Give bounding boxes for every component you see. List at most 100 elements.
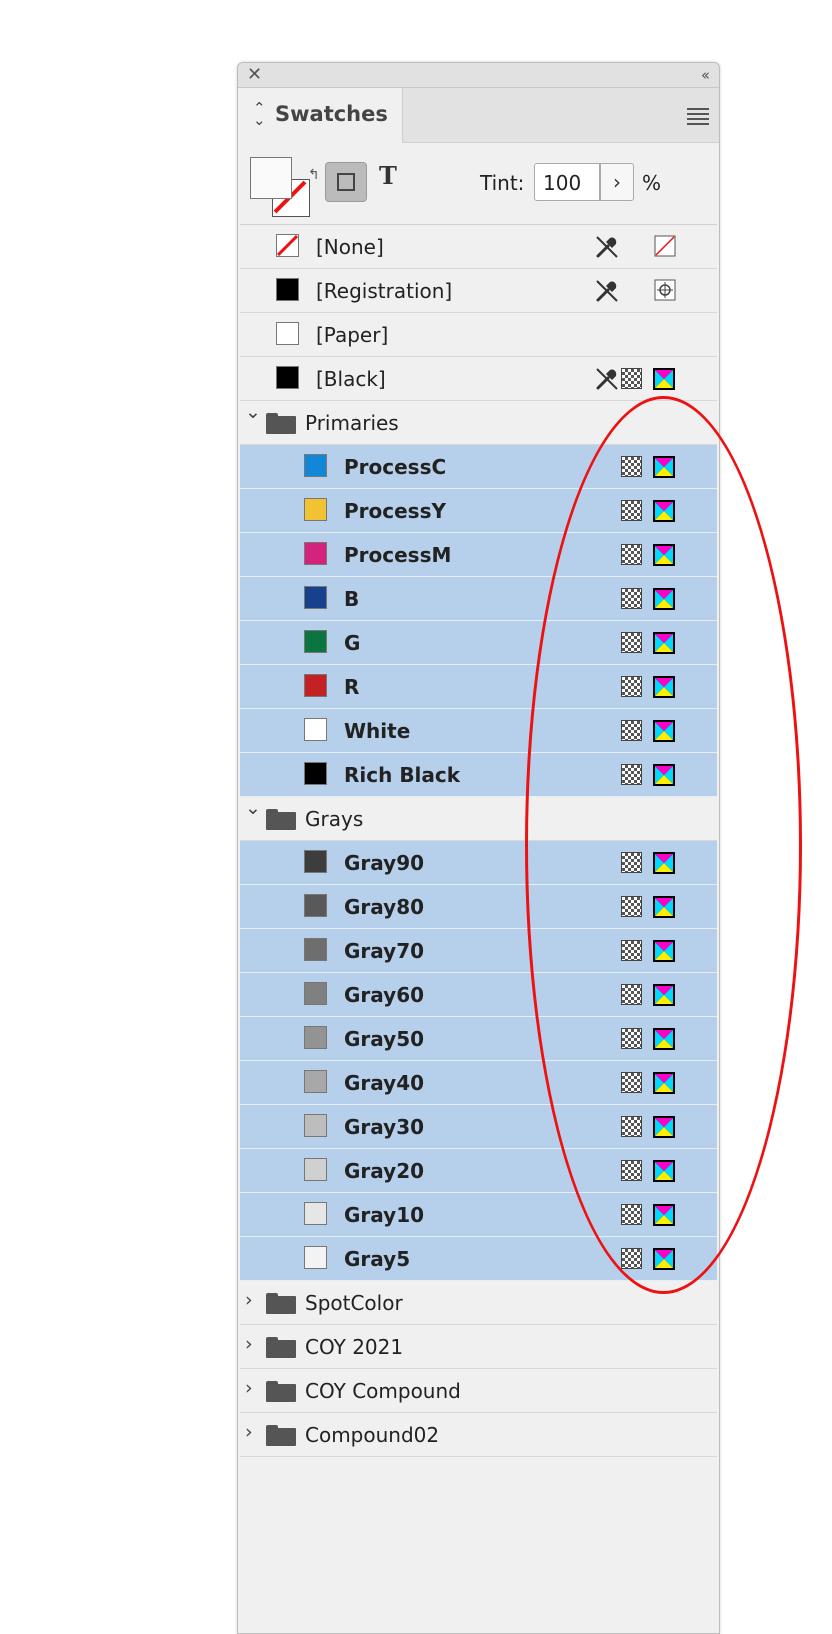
tab-swatches[interactable]: ⌃ ⌄ Swatches xyxy=(238,88,403,143)
process-color-icon xyxy=(621,1116,642,1137)
cmyk-mode-icon xyxy=(653,1072,675,1094)
swatch-row[interactable]: [None] xyxy=(240,225,717,269)
cmyk-mode-icon xyxy=(653,632,675,654)
swatch-row[interactable]: Gray5 xyxy=(240,1237,717,1281)
cmyk-mode-icon xyxy=(653,1116,675,1138)
panel-menu-icon[interactable] xyxy=(687,108,709,125)
swatch-row[interactable]: R xyxy=(240,665,717,709)
group-name: Grays xyxy=(305,807,364,831)
swatch-group-row[interactable]: ⌄ Grays xyxy=(240,797,717,841)
tab-expand-icon[interactable]: ⌃ ⌄ xyxy=(253,101,266,128)
swatch-row[interactable]: [Registration] xyxy=(240,269,717,313)
swatch-group-row[interactable]: ⌄ Primaries xyxy=(240,401,717,445)
folder-icon xyxy=(266,1381,296,1402)
panel-titlebar: ✕ ‹‹ xyxy=(238,63,719,88)
chevron-down-icon[interactable]: ⌄ xyxy=(245,797,261,819)
swatch-row[interactable]: ProcessY xyxy=(240,489,717,533)
close-icon[interactable]: ✕ xyxy=(247,65,262,85)
color-chip xyxy=(304,674,327,697)
swatch-row[interactable]: ProcessC xyxy=(240,445,717,489)
cmyk-mode-icon xyxy=(653,500,675,522)
cmyk-mode-icon xyxy=(653,940,675,962)
cmyk-mode-icon xyxy=(653,1204,675,1226)
swatch-row[interactable]: Gray60 xyxy=(240,973,717,1017)
chevron-right-icon[interactable]: › xyxy=(245,1377,253,1399)
chevron-right-icon[interactable]: › xyxy=(245,1289,253,1311)
color-chip xyxy=(304,762,327,785)
color-chip xyxy=(276,278,299,301)
cmyk-mode-icon xyxy=(653,456,675,478)
folder-icon xyxy=(266,809,296,830)
color-chip xyxy=(304,498,327,521)
swatch-group-row[interactable]: › COY 2021 xyxy=(240,1325,717,1369)
swatch-name: ProcessM xyxy=(344,543,452,567)
color-chip xyxy=(304,718,327,741)
swatch-name: Gray90 xyxy=(344,851,425,875)
swatch-name: G xyxy=(344,631,361,655)
chevron-right-icon[interactable]: › xyxy=(245,1333,253,1355)
formatting-container-button[interactable] xyxy=(325,162,367,202)
swatch-group-row[interactable]: › COY Compound xyxy=(240,1369,717,1413)
tint-input[interactable]: 100 xyxy=(534,163,600,201)
swatch-row[interactable]: Gray20 xyxy=(240,1149,717,1193)
swatch-row[interactable]: Gray30 xyxy=(240,1105,717,1149)
swatch-name: Gray20 xyxy=(344,1159,425,1183)
formatting-text-button[interactable]: T xyxy=(379,161,397,190)
tint-stepper[interactable]: › xyxy=(600,163,634,201)
swatch-name: [None] xyxy=(316,235,384,259)
swatch-row[interactable]: ProcessM xyxy=(240,533,717,577)
no-edit-pencil-icon xyxy=(594,278,620,304)
swatch-row[interactable]: Rich Black xyxy=(240,753,717,797)
group-name: SpotColor xyxy=(305,1291,403,1315)
process-color-icon xyxy=(621,456,642,477)
swatch-row[interactable]: [Paper] xyxy=(240,313,717,357)
chevron-right-icon[interactable]: › xyxy=(245,1421,253,1443)
fill-stroke-widget[interactable]: ↰ xyxy=(250,157,320,219)
swatch-row[interactable]: Gray40 xyxy=(240,1061,717,1105)
color-chip xyxy=(304,454,327,477)
swatch-name: [Registration] xyxy=(316,279,453,303)
folder-icon xyxy=(266,1293,296,1314)
swatch-row[interactable]: Gray10 xyxy=(240,1193,717,1237)
swatch-name: Gray60 xyxy=(344,983,425,1007)
swatch-row[interactable]: Gray50 xyxy=(240,1017,717,1061)
process-color-icon xyxy=(621,1248,642,1269)
fill-swatch[interactable] xyxy=(250,157,292,199)
process-color-icon xyxy=(621,940,642,961)
cmyk-mode-icon xyxy=(653,720,675,742)
chevron-down-icon[interactable]: ⌄ xyxy=(245,401,261,423)
cmyk-mode-icon xyxy=(653,896,675,918)
swatch-row[interactable]: Gray90 xyxy=(240,841,717,885)
swatch-row[interactable]: G xyxy=(240,621,717,665)
color-chip xyxy=(304,1026,327,1049)
swatch-row[interactable]: Gray80 xyxy=(240,885,717,929)
process-color-icon xyxy=(621,1072,642,1093)
cmyk-mode-icon xyxy=(653,1160,675,1182)
swatch-name: [Black] xyxy=(316,367,386,391)
tint-label: Tint: xyxy=(480,171,525,195)
swatch-name: ProcessC xyxy=(344,455,447,479)
swatch-row[interactable]: White xyxy=(240,709,717,753)
swatch-row[interactable]: B xyxy=(240,577,717,621)
swatch-name: Gray30 xyxy=(344,1115,425,1139)
group-name: COY 2021 xyxy=(305,1335,404,1359)
process-color-icon xyxy=(621,676,642,697)
group-name: Compound02 xyxy=(305,1423,440,1447)
swatch-name: Gray80 xyxy=(344,895,425,919)
collapse-panel-icon[interactable]: ‹‹ xyxy=(701,65,710,85)
swatch-group-row[interactable]: › Compound02 xyxy=(240,1413,717,1457)
swap-fill-stroke-icon[interactable]: ↰ xyxy=(308,167,320,183)
process-color-icon xyxy=(621,764,642,785)
tint-percent-label: % xyxy=(642,171,662,195)
process-color-icon xyxy=(621,632,642,653)
color-chip xyxy=(276,366,299,389)
color-chip xyxy=(304,894,327,917)
cmyk-mode-icon xyxy=(653,764,675,786)
swatch-row[interactable]: [Black] xyxy=(240,357,717,401)
swatch-row[interactable]: Gray70 xyxy=(240,929,717,973)
swatch-group-row[interactable]: › SpotColor xyxy=(240,1281,717,1325)
process-color-icon xyxy=(621,1028,642,1049)
color-chip xyxy=(276,234,299,257)
panel-tab-bar: ⌃ ⌄ Swatches xyxy=(238,88,719,143)
color-chip xyxy=(304,982,327,1005)
